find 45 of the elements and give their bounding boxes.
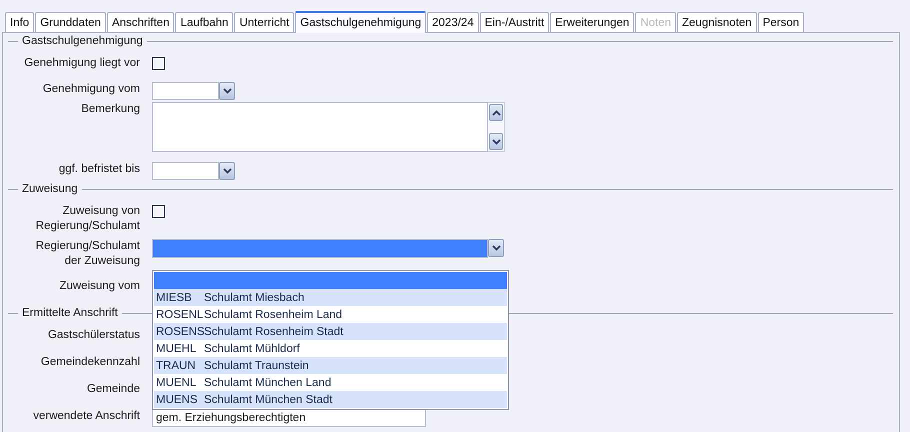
field-label: Zuweisung vom bbox=[58, 279, 140, 294]
field-label: ggf. befristet bis bbox=[58, 162, 140, 177]
tab[interactable]: Person bbox=[758, 12, 804, 32]
dropdown-option[interactable]: MIESB Schulamt Miesbach bbox=[154, 289, 507, 306]
field-label: verwendete Anschrift bbox=[32, 409, 140, 424]
chevron-down-icon bbox=[222, 88, 232, 94]
tab[interactable]: Unterricht bbox=[234, 12, 294, 32]
dropdown-button[interactable] bbox=[488, 239, 504, 257]
chevron-down-icon bbox=[492, 245, 500, 251]
field-label: Gemeindekennzahl bbox=[40, 355, 140, 370]
checkbox[interactable] bbox=[152, 57, 165, 70]
dropdown-button[interactable] bbox=[219, 162, 235, 180]
section-title: Ermittelte Anschrift bbox=[22, 307, 118, 319]
scrollbar[interactable] bbox=[488, 102, 505, 152]
date-field[interactable] bbox=[152, 82, 219, 100]
field-label: Genehmigung liegt vor bbox=[23, 56, 140, 71]
input-field[interactable]: gem. Erziehungsberechtigten bbox=[152, 409, 426, 427]
checkbox[interactable] bbox=[152, 205, 165, 218]
dropdown-option[interactable]: TRAUN Schulamt Traunstein bbox=[154, 357, 507, 374]
select-field[interactable] bbox=[152, 239, 488, 258]
chevron-up-icon bbox=[492, 110, 500, 116]
dropdown-button[interactable] bbox=[219, 82, 235, 100]
field-label: Bemerkung bbox=[80, 102, 140, 117]
tab[interactable]: Laufbahn bbox=[175, 12, 234, 32]
field-label: Genehmigung vom bbox=[42, 82, 140, 97]
tab[interactable]: Gastschulgenehmigung bbox=[295, 11, 426, 33]
field-label: Gastschülerstatus bbox=[46, 328, 140, 343]
date-field[interactable] bbox=[152, 162, 219, 180]
remark-field[interactable] bbox=[152, 102, 488, 152]
tab[interactable]: Info bbox=[5, 12, 34, 32]
tab[interactable]: Anschriften bbox=[106, 12, 174, 32]
section-title: Zuweisung bbox=[22, 183, 78, 195]
section-title: Gastschulgenehmigung bbox=[22, 35, 143, 47]
chevron-down-icon bbox=[222, 168, 232, 174]
tab[interactable]: Grunddaten bbox=[35, 12, 106, 32]
tab[interactable]: 2023/24 bbox=[427, 12, 479, 32]
field-label: Zuweisung von Regierung/Schulamt bbox=[34, 204, 140, 234]
field-label: Regierung/Schulamt der Zuweisung bbox=[34, 239, 140, 269]
dropdown-option[interactable]: MUENS Schulamt München Stadt bbox=[154, 391, 507, 408]
chevron-down-icon bbox=[492, 138, 500, 144]
tab[interactable]: Erweiterungen bbox=[550, 12, 634, 32]
dropdown-option[interactable]: ROSENSSchulamt Rosenheim Stadt bbox=[154, 323, 507, 340]
tab[interactable]: Zeugnisnoten bbox=[677, 12, 757, 32]
tab[interactable]: Ein-/Austritt bbox=[480, 12, 550, 32]
field-label: Gemeinde bbox=[86, 382, 140, 397]
